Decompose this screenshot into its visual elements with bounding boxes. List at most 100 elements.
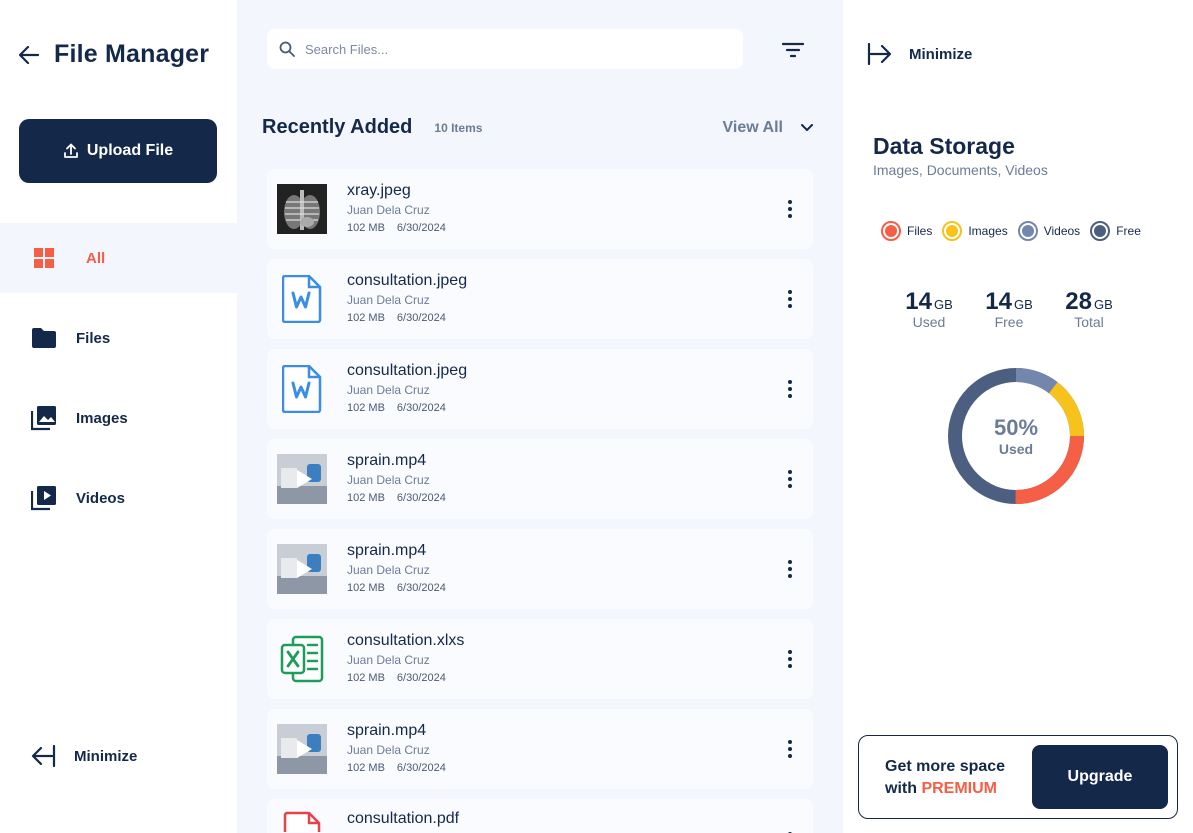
upgrade-button[interactable]: Upgrade [1032,745,1168,809]
more-options-icon[interactable] [783,467,797,491]
nav-item-files[interactable]: Files [0,303,237,373]
chevron-down-icon [801,123,813,131]
file-name[interactable]: sprain.mp4 [347,541,446,561]
file-meta: 102 MB 6/30/2024 [347,219,446,237]
more-options-icon[interactable] [783,287,797,311]
search-box[interactable] [267,29,743,69]
word-document-icon [277,274,327,324]
images-icon [30,404,58,432]
storage-panel: Minimize Data Storage Images, Documents,… [843,0,1193,833]
stat-used: 14 GB Used [903,288,955,330]
file-name[interactable]: sprain.mp4 [347,451,446,471]
sidebar-header: File Manager [18,40,209,69]
file-meta: 102 MB 6/30/2024 [347,759,446,777]
file-owner: Juan Dela Cruz [347,653,430,667]
more-options-icon[interactable] [783,557,797,581]
file-info: sprain.mp4 Juan Dela Cruz 102 MB 6/30/202… [347,541,446,597]
view-all-button[interactable]: View All [723,119,813,137]
search-icon [279,41,295,57]
xray-thumbnail [277,184,327,234]
more-options-icon[interactable] [783,647,797,671]
file-info: xray.jpeg Juan Dela Cruz 102 MB 6/30/2024 [347,181,446,237]
file-info: consultation.jpeg Juan Dela Cruz 102 MB 6… [347,271,467,327]
item-count: 10 Items [434,120,483,135]
upload-file-button[interactable]: Upload File [19,119,217,183]
file-date: 6/30/2024 [396,492,446,504]
nav-item-all[interactable]: All [0,223,237,293]
file-card[interactable]: sprain.mp4 Juan Dela Cruz 102 MB 6/30/202… [267,529,813,609]
sidebar-minimize-label: Minimize [74,747,138,765]
file-info: consultation.pdf [347,809,459,829]
file-date: 6/30/2024 [396,582,446,594]
nav-label-files: Files [76,329,111,347]
file-date: 6/30/2024 [396,312,446,324]
legend-item-files: Files [881,221,932,241]
file-meta: 102 MB 6/30/2024 [347,669,464,687]
upgrade-with: with [885,780,917,797]
donut-center: 50% Used [946,366,1086,506]
more-options-icon[interactable] [783,737,797,761]
file-name[interactable]: xray.jpeg [347,181,446,201]
stat-label: Used [912,314,946,330]
file-owner: Juan Dela Cruz [347,473,430,487]
legend-dot [942,221,963,241]
file-card[interactable]: consultation.xlxs Juan Dela Cruz 102 MB 6… [267,619,813,699]
file-size: 102 MB [347,762,385,774]
file-info: sprain.mp4 Juan Dela Cruz 102 MB 6/30/202… [347,721,446,777]
stat-unit: GB [933,297,953,312]
file-card[interactable]: consultation.jpeg Juan Dela Cruz 102 MB 6… [267,259,813,339]
app-title: File Manager [54,40,210,68]
upgrade-card: Get more space with PREMIUM Upgrade [858,735,1178,819]
storage-stats: 14 GB Used 14 GB Free 28 GB Total [903,288,1115,330]
filter-icon[interactable] [781,38,805,62]
nav-item-images[interactable]: Images [0,383,237,453]
file-card[interactable]: consultation.jpeg Juan Dela Cruz 102 MB 6… [267,349,813,429]
upgrade-line-1: Get more space [885,758,1006,775]
video-thumbnail [277,724,327,774]
donut-label: Used [998,441,1034,457]
legend-item-images: Images [942,221,1008,241]
file-size: 102 MB [347,582,385,594]
legend-label: Files [907,224,933,238]
file-name[interactable]: sprain.mp4 [347,721,446,741]
stat-unit: GB [1093,297,1113,312]
file-size: 102 MB [347,222,385,234]
more-options-icon[interactable] [783,377,797,401]
file-date: 6/30/2024 [396,222,446,234]
nav-item-videos[interactable]: Videos [0,463,237,533]
file-size: 102 MB [347,402,385,414]
file-size: 102 MB [347,492,385,504]
more-options-icon[interactable] [783,197,797,221]
donut-percent: 50% [993,415,1039,440]
file-size: 102 MB [347,672,385,684]
back-arrow-icon[interactable] [18,44,40,66]
more-options-icon[interactable] [783,829,797,833]
stat-value: 28 [1065,288,1092,315]
stat-total: 28 GB Total [1063,288,1115,330]
file-card[interactable]: sprain.mp4 Juan Dela Cruz 102 MB 6/30/202… [267,709,813,789]
file-info: consultation.xlxs Juan Dela Cruz 102 MB 6… [347,631,464,687]
excel-document-icon [277,634,327,684]
stat-value: 14 [985,288,1012,315]
file-card[interactable]: xray.jpeg Juan Dela Cruz 102 MB 6/30/2024 [267,169,813,249]
legend-dot [1090,221,1111,241]
file-name[interactable]: consultation.jpeg [347,271,467,291]
sidebar-minimize-button[interactable]: Minimize [30,745,137,767]
file-meta: 102 MB 6/30/2024 [347,399,467,417]
nav-label-videos: Videos [76,489,125,507]
file-card[interactable]: sprain.mp4 Juan Dela Cruz 102 MB 6/30/202… [267,439,813,519]
search-input[interactable] [305,41,705,57]
folder-icon [30,324,58,352]
file-card[interactable]: consultation.pdf [267,799,813,833]
file-name[interactable]: consultation.jpeg [347,361,467,381]
storage-legend: Files Images Videos Free [881,221,1141,241]
panel-minimize-button[interactable]: Minimize [867,43,972,65]
file-name[interactable]: consultation.pdf [347,809,459,829]
file-info: consultation.jpeg Juan Dela Cruz 102 MB 6… [347,361,467,417]
video-icon [30,484,58,512]
stat-unit: GB [1013,297,1033,312]
panel-minimize-label: Minimize [909,45,973,63]
premium-label: PREMIUM [921,780,998,797]
file-name[interactable]: consultation.xlxs [347,631,464,651]
file-size: 102 MB [347,312,385,324]
